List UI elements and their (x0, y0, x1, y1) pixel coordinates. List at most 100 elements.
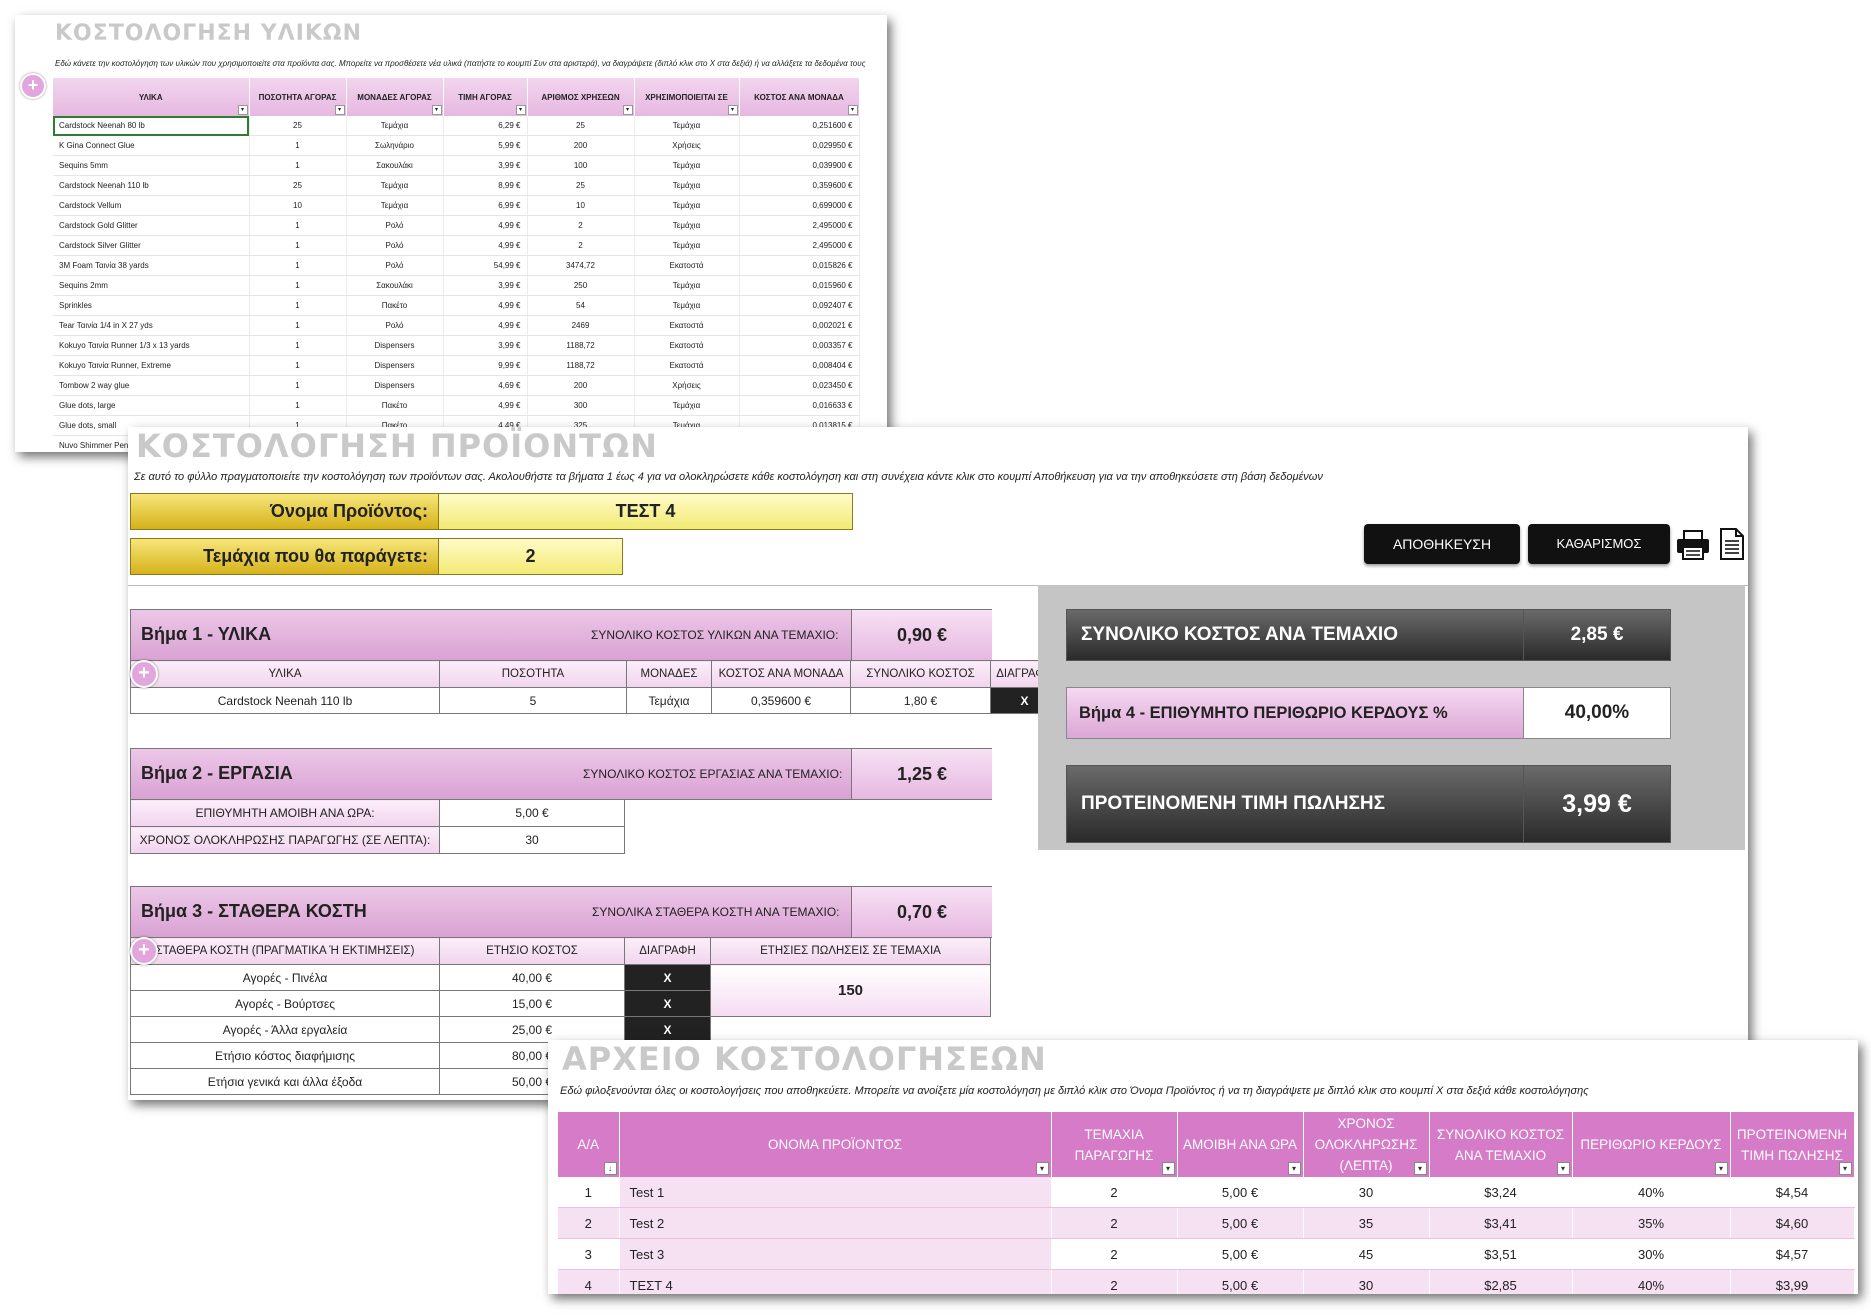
sort-dropdown-icon[interactable]: ↓ (603, 1162, 617, 1175)
table-cell[interactable]: 0,003357 € (739, 335, 860, 356)
archive-col[interactable]: ΑΜΟΙΒΗ ΑΝΑ ΩΡΑ ▾ (1177, 1112, 1304, 1177)
archive-col[interactable]: ΤΕΜΑΧΙΑ ΠΑΡΑΓΩΓΗΣ ▾ (1051, 1112, 1178, 1177)
table-cell[interactable]: Τεμάχια (634, 195, 740, 216)
table-cell[interactable]: Τεμάχια (634, 175, 740, 196)
table-cell[interactable]: 0,008404 € (739, 355, 860, 376)
table-cell[interactable]: 8,99 € (443, 175, 528, 196)
col-header[interactable]: ΠΟΣΟΤΗΤΑ ΑΓΟΡΑΣ ▾ (249, 78, 347, 116)
archive-col[interactable]: Α/Α ↓ (558, 1112, 620, 1177)
fixed-cost-name[interactable]: Ετήσιο κόστος διαφήμισης (130, 1042, 440, 1069)
archive-col[interactable]: ΣΥΝΟΛΙΚΟ ΚΟΣΤΟΣ ΑΝΑ ΤΕΜΑΧΙΟ ▾ (1429, 1112, 1573, 1177)
table-cell[interactable]: 0,699000 € (739, 195, 860, 216)
table-row[interactable]: 2 Test 2 2 5,00 €35 $3,41 35% $4,60 (558, 1207, 1855, 1239)
pieces-field[interactable]: 2 (438, 538, 623, 575)
table-cell[interactable]: Sprinkles (53, 295, 250, 316)
table-row[interactable]: 4 ΤΕΣΤ 4 2 5,00 €30 $2,85 40% $3,99 (558, 1269, 1855, 1294)
table-cell[interactable]: 1188,72 (527, 335, 635, 356)
table-cell[interactable]: 100 (527, 155, 635, 176)
table-cell[interactable]: 0,359600 € (739, 175, 860, 196)
add-fixed-cost-icon[interactable]: + (130, 937, 158, 965)
table-cell[interactable]: 4,99 € (443, 235, 528, 256)
filter-dropdown-icon[interactable]: ▾ (1413, 1162, 1427, 1175)
table-row[interactable]: Cardstock Silver Glitter 1 Ρολό 4,99 €2 Τεμά… (53, 235, 860, 256)
table-cell[interactable]: 3M Foam Ταινία 38 yards (53, 255, 250, 276)
table-cell[interactable]: 3474,72 (527, 255, 635, 276)
table-cell[interactable]: Τεμάχια (634, 235, 740, 256)
filter-dropdown-icon[interactable]: ▾ (1287, 1162, 1301, 1175)
filter-dropdown-icon[interactable]: ▾ (1556, 1162, 1570, 1175)
table-cell[interactable]: 0,039900 € (739, 155, 860, 176)
table-cell[interactable]: Dispensers (346, 375, 444, 396)
table-cell[interactable]: 2 (527, 215, 635, 236)
table-cell[interactable]: 10 (527, 195, 635, 216)
archive-col[interactable]: ΟΝΟΜΑ ΠΡΟΪΟΝΤΟΣ ▾ (619, 1112, 1052, 1177)
table-cell[interactable]: Ρολό (346, 315, 444, 336)
archive-col[interactable]: ΠΡΟΤΕΙΝΟΜΕΝΗ ΤΙΜΗ ΠΩΛΗΣΗΣ ▾ (1730, 1112, 1855, 1177)
table-row[interactable]: 3 Test 3 2 5,00 €45 $3,51 30% $4,57 (558, 1238, 1855, 1270)
table-cell[interactable]: Τεμάχια (346, 175, 444, 196)
product-name-cell[interactable]: Test 2 (619, 1207, 1052, 1239)
table-row[interactable]: Sprinkles 1 Πακέτο 4,99 €54 Τεμάχια 0,092407 … (53, 295, 860, 316)
col-header[interactable]: ΥΛΙΚΑ ▾ (53, 78, 250, 116)
annual-sales-field[interactable]: 150 (710, 964, 991, 1017)
table-cell[interactable]: 4,99 € (443, 295, 528, 316)
table-cell[interactable]: Τεμάχια (346, 116, 444, 136)
filter-dropdown-icon[interactable]: ▾ (1714, 1162, 1728, 1175)
table-cell[interactable]: 25 (527, 116, 635, 136)
step1-quantity[interactable]: 5 (439, 687, 627, 714)
table-row[interactable]: Kokuyo Ταινία Runner, Extreme 1 Dispensers… (53, 355, 860, 376)
table-cell[interactable]: 10 (249, 195, 347, 216)
table-cell[interactable]: Sequins 2mm (53, 275, 250, 296)
filter-dropdown-icon[interactable]: ▾ (1161, 1162, 1175, 1175)
table-cell[interactable]: 1 (249, 355, 347, 376)
filter-dropdown-icon[interactable]: ▾ (334, 105, 345, 115)
table-cell[interactable]: 2469 (527, 315, 635, 336)
table-row[interactable]: 1 Test 1 2 5,00 €30 $3,24 40% $4,54 (558, 1177, 1855, 1208)
table-cell[interactable]: 300 (527, 395, 635, 416)
table-cell[interactable]: 1 (249, 295, 347, 316)
table-cell[interactable]: Τεμάχια (346, 195, 444, 216)
table-cell[interactable]: 2 (527, 235, 635, 256)
time-field[interactable]: 30 (439, 826, 625, 854)
table-cell[interactable]: 6,99 € (443, 195, 528, 216)
filter-dropdown-icon[interactable]: ▾ (1035, 1162, 1049, 1175)
fixed-cost-name[interactable]: Αγορές - Βούρτσες (130, 990, 440, 1017)
filter-dropdown-icon[interactable]: ▾ (727, 105, 738, 115)
table-cell[interactable]: Ρολό (346, 255, 444, 276)
table-row[interactable]: Cardstock Vellum 10 Τεμάχια 6,99 €10 Τεμάχια… (53, 195, 860, 216)
table-cell[interactable]: 0,016633 € (739, 395, 860, 416)
table-cell[interactable]: 1 (249, 395, 347, 416)
table-cell[interactable]: 0,015960 € (739, 275, 860, 296)
table-cell[interactable]: 200 (527, 135, 635, 156)
table-cell[interactable]: 2,495000 € (739, 235, 860, 256)
fixed-cost-value[interactable]: 25,00 € (439, 1016, 625, 1043)
table-cell[interactable]: Πακέτο (346, 395, 444, 416)
table-cell[interactable]: Sequins 5mm (53, 155, 250, 176)
table-row[interactable]: Tear Ταινία 1/4 in X 27 yds 1 Ρολό 4,99 €24… (53, 315, 860, 336)
table-cell[interactable]: 2,495000 € (739, 215, 860, 236)
table-cell[interactable]: 1 (249, 315, 347, 336)
table-cell[interactable]: Σακουλάκι (346, 275, 444, 296)
step1-material[interactable]: Cardstock Neenah 110 lb (130, 687, 440, 714)
table-row[interactable]: 3M Foam Ταινία 38 yards 1 Ρολό 54,99 €3474,… (53, 255, 860, 276)
table-cell[interactable]: 3,99 € (443, 335, 528, 356)
filter-dropdown-icon[interactable]: ▾ (1838, 1162, 1852, 1175)
archive-col[interactable]: ΠΕΡΙΘΩΡΙΟ ΚΕΡΔΟΥΣ ▾ (1572, 1112, 1731, 1177)
delete-button[interactable]: X (624, 964, 711, 991)
table-cell[interactable]: Dispensers (346, 355, 444, 376)
table-cell[interactable]: Τεμάχια (634, 155, 740, 176)
table-row[interactable]: Sequins 2mm 1 Σακουλάκι 3,99 €250 Τεμάχια 0,0… (53, 275, 860, 296)
table-cell[interactable]: Kokuyo Ταινία Runner, Extreme (53, 355, 250, 376)
document-icon[interactable] (1719, 528, 1745, 560)
table-cell[interactable]: Tombow 2 way glue (53, 375, 250, 396)
table-cell[interactable]: 9,99 € (443, 355, 528, 376)
fixed-cost-value[interactable]: 40,00 € (439, 964, 625, 991)
product-name-cell[interactable]: ΤΕΣΤ 4 (619, 1269, 1052, 1294)
table-cell[interactable]: Ρολό (346, 215, 444, 236)
table-cell[interactable]: 1 (249, 155, 347, 176)
table-cell[interactable]: 25 (527, 175, 635, 196)
col-header[interactable]: ΚΟΣΤΟΣ ΑΝΑ ΜΟΝΑΔΑ ▾ (739, 78, 860, 116)
table-cell[interactable]: 54,99 € (443, 255, 528, 276)
delete-button[interactable]: X (624, 990, 711, 1017)
fixed-cost-name[interactable]: Αγορές - Άλλα εργαλεία (130, 1016, 440, 1043)
